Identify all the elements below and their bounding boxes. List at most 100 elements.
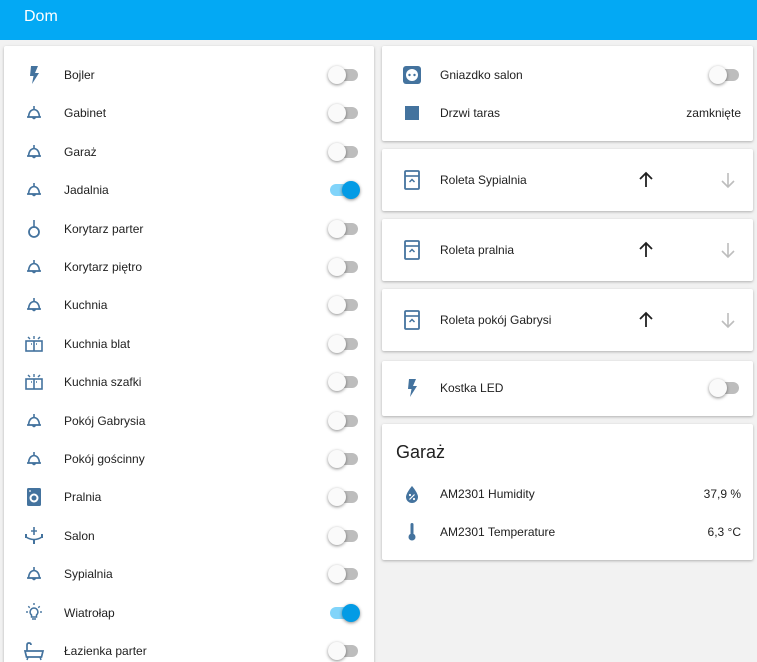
cover-label: Roleta Sypialnia (440, 173, 527, 187)
window-shutter-icon[interactable] (400, 238, 424, 262)
thermometer-icon[interactable] (400, 520, 424, 544)
cover-row: Roleta pokój Gabrysi (382, 301, 753, 339)
light-toggle-lazienka-parter[interactable] (328, 641, 359, 661)
cover-label: Roleta pralnia (440, 243, 515, 257)
ceiling-light-icon[interactable] (22, 562, 46, 586)
light-toggle-pokoj-gabrysia[interactable] (328, 411, 359, 431)
light-toggle-gabinet[interactable] (328, 103, 359, 123)
pendant-light-icon[interactable] (22, 217, 46, 241)
humidity-label: AM2301 Humidity (440, 487, 535, 501)
light-label: Pokój gościnny (64, 452, 145, 466)
led-label: Kostka LED (440, 381, 504, 395)
light-row-bojler: Bojler (4, 56, 374, 94)
ceiling-light-icon[interactable] (22, 178, 46, 202)
cover-open-button[interactable] (634, 238, 658, 262)
light-toggle-bojler[interactable] (328, 65, 359, 85)
power-socket-icon[interactable] (400, 63, 424, 87)
light-toggle-salon[interactable] (328, 526, 359, 546)
water-percent-icon[interactable] (400, 482, 424, 506)
light-toggle-korytarz-pietro[interactable] (328, 257, 359, 277)
light-toggle-sypialnia[interactable] (328, 564, 359, 584)
light-label: Kuchnia blat (64, 336, 131, 351)
led-card: Kostka LED (382, 361, 753, 416)
arrow-down-icon (721, 243, 735, 259)
arrow-up-icon (639, 171, 653, 187)
ceiling-light-icon[interactable] (22, 101, 46, 125)
light-toggle-garaz[interactable] (328, 142, 359, 162)
light-row-pokoj-goscinny: Pokój gościnny (4, 440, 374, 478)
devices-card: Gniazdko salon Drzwi taras zamknięte (382, 46, 753, 141)
light-toggle-kuchnia-blat[interactable] (328, 334, 359, 354)
ceiling-light-icon[interactable] (22, 409, 46, 433)
door-label: Drzwi taras (440, 106, 501, 120)
light-row-kuchnia-blat: Kuchnia blat (4, 325, 374, 363)
light-row-korytarz-parter: Korytarz parter (4, 210, 374, 248)
light-toggle-korytarz-parter[interactable] (328, 219, 359, 239)
cover-close-button[interactable] (716, 308, 740, 332)
lightbulb-on-icon[interactable] (22, 601, 46, 625)
chandelier-icon[interactable] (22, 524, 46, 548)
cover-label: Roleta pokój Gabrysi (440, 313, 552, 327)
light-label: Kuchnia (64, 298, 108, 313)
cover-close-button[interactable] (716, 238, 740, 262)
light-row-gabinet: Gabinet (4, 94, 374, 132)
cover-row: Roleta Sypialnia (382, 161, 753, 199)
ceiling-light-icon[interactable] (22, 140, 46, 164)
cover-open-button[interactable] (634, 308, 658, 332)
light-label: Pralnia (64, 490, 102, 505)
flash-icon[interactable] (22, 63, 46, 87)
light-label: Sypialnia (64, 567, 113, 582)
arrow-up-icon (639, 241, 653, 257)
cover-close-button[interactable] (716, 168, 740, 192)
light-label: Gabinet (64, 106, 107, 121)
light-row-salon: Salon (4, 517, 374, 555)
cabinet-light-icon[interactable] (22, 370, 46, 394)
socket-toggle[interactable] (709, 65, 740, 85)
light-toggle-wiatrolap[interactable] (329, 603, 360, 623)
light-label: Bojler (64, 68, 95, 82)
light-toggle-jadalnia[interactable] (329, 180, 360, 200)
lights-card: Bojler Gabinet Garaż Jadalnia Korytarz parte… (4, 46, 374, 662)
flash-icon[interactable] (400, 376, 424, 400)
temperature-value: 6,3 °C (707, 525, 741, 539)
cover-open-button[interactable] (634, 168, 658, 192)
light-toggle-kuchnia[interactable] (328, 295, 359, 315)
cabinet-light-icon[interactable] (22, 332, 46, 356)
led-row: Kostka LED (382, 369, 753, 407)
light-label: Jadalnia (64, 183, 109, 198)
light-toggle-pralnia[interactable] (328, 487, 359, 507)
ceiling-light-icon[interactable] (22, 293, 46, 317)
light-label: Kuchnia szafki (64, 375, 142, 390)
light-row-wiatrolap: Wiatrołap (4, 594, 374, 632)
light-label: Garaż (64, 144, 97, 159)
light-label: Pokój Gabrysia (64, 413, 146, 428)
light-label: Korytarz parter (64, 221, 144, 236)
cover-row: Roleta pralnia (382, 231, 753, 269)
arrow-down-icon (721, 313, 735, 329)
bathtub-icon[interactable] (22, 639, 46, 662)
led-toggle[interactable] (709, 378, 740, 398)
humidity-value: 37,9 % (703, 487, 741, 501)
light-row-kuchnia: Kuchnia (4, 286, 374, 324)
app-toolbar: Dom (0, 0, 757, 40)
door-state: zamknięte (686, 106, 741, 120)
light-row-pralnia: Pralnia (4, 478, 374, 516)
washing-machine-icon[interactable] (22, 485, 46, 509)
light-row-garaz: Garaż (4, 133, 374, 171)
humidity-row: AM2301 Humidity 37,9 % (382, 475, 753, 513)
window-shutter-icon[interactable] (400, 308, 424, 332)
cover-card-roleta-sypialnia: Roleta Sypialnia (382, 149, 753, 211)
light-label: Wiatrołap (64, 605, 115, 620)
garage-card: Garaż AM2301 Humidity 37,9 % AM2301 Temp… (382, 424, 753, 560)
light-row-kuchnia-szafki: Kuchnia szafki (4, 363, 374, 401)
light-toggle-pokoj-goscinny[interactable] (328, 449, 359, 469)
ceiling-light-icon[interactable] (22, 255, 46, 279)
cover-card-roleta-pokoj-gabrysi: Roleta pokój Gabrysi (382, 289, 753, 351)
light-toggle-kuchnia-szafki[interactable] (328, 372, 359, 392)
door-square-icon[interactable] (400, 101, 424, 125)
window-shutter-icon[interactable] (400, 168, 424, 192)
page-title: Dom (24, 8, 58, 25)
light-label: Korytarz piętro (64, 260, 143, 274)
arrow-down-icon (721, 173, 735, 189)
ceiling-light-icon[interactable] (22, 447, 46, 471)
